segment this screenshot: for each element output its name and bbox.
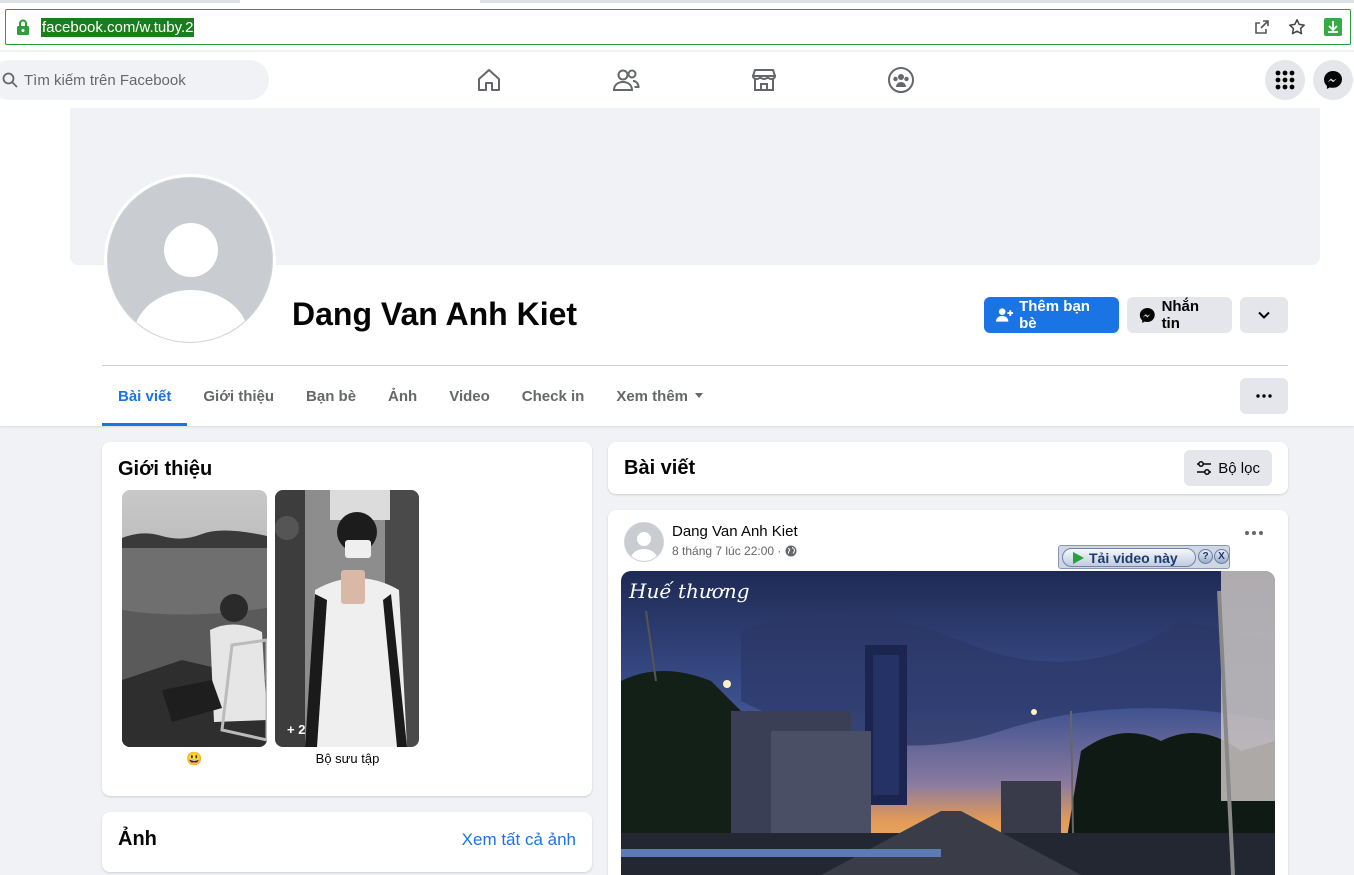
- tab-see-more[interactable]: Xem thêm: [600, 366, 720, 426]
- tab-posts[interactable]: Bài viết: [102, 366, 188, 426]
- tab-friends[interactable]: Bạn bè: [290, 366, 372, 426]
- add-friend-button[interactable]: Thêm bạn bè: [984, 297, 1119, 333]
- tab-video[interactable]: Video: [433, 366, 506, 426]
- tab-label: Xem thêm: [616, 387, 689, 405]
- tab-label: Check in: [521, 387, 585, 405]
- post-author-avatar[interactable]: [624, 522, 664, 562]
- search-input[interactable]: [24, 60, 254, 100]
- play-icon: [1073, 551, 1084, 564]
- post-timestamp[interactable]: 8 tháng 7 lúc 22:00 ·: [672, 544, 781, 558]
- messenger-icon: [1139, 307, 1155, 323]
- profile-avatar[interactable]: [104, 174, 276, 346]
- download-video-button[interactable]: Tải video này: [1062, 548, 1196, 567]
- intro-card: Giới thiệu 😃 + 2 Bộ sưu tập: [102, 442, 592, 796]
- menu-grid-icon: [1275, 70, 1295, 90]
- friends-icon[interactable]: [612, 66, 640, 94]
- search-icon: [2, 72, 18, 88]
- see-all-photos-link[interactable]: Xem tất cả ảnh: [462, 830, 576, 850]
- more-actions-button[interactable]: [1240, 297, 1288, 333]
- video-watermark: Huế thương: [629, 579, 750, 603]
- more-dots-icon: [1256, 394, 1272, 398]
- profile-options-button[interactable]: [1240, 378, 1288, 414]
- add-friend-label: Thêm bạn bè: [1019, 298, 1090, 332]
- tab-label: Bạn bè: [306, 387, 357, 405]
- profile-name: Dang Van Anh Kiet: [292, 296, 578, 332]
- search-box[interactable]: [0, 60, 269, 100]
- filter-label: Bộ lọc: [1218, 459, 1260, 477]
- caret-down-icon: [695, 393, 704, 398]
- marketplace-icon[interactable]: [750, 66, 778, 94]
- video-frame-image: [621, 571, 1275, 875]
- home-icon[interactable]: [475, 66, 503, 94]
- intro-title: Giới thiệu: [118, 458, 213, 480]
- photos-card: Ảnh Xem tất cả ảnh: [102, 812, 592, 872]
- help-icon[interactable]: ?: [1198, 549, 1213, 564]
- tab-label: Ảnh: [388, 387, 418, 405]
- message-button[interactable]: Nhắn tin: [1127, 297, 1232, 333]
- add-friend-icon: [996, 308, 1014, 322]
- post-meta: 8 tháng 7 lúc 22:00 ·: [672, 544, 797, 558]
- browser-chrome: facebook.com/w.tuby.2: [0, 0, 1354, 50]
- featured-collection[interactable]: + 2: [275, 490, 419, 747]
- default-avatar-icon: [133, 223, 249, 342]
- tab-photos[interactable]: Ảnh: [372, 366, 433, 426]
- more-count-overlay: + 2: [287, 722, 306, 737]
- post-author-name[interactable]: Dang Van Anh Kiet: [672, 523, 798, 540]
- featured-photo-image: [122, 490, 267, 747]
- filter-button[interactable]: Bộ lọc: [1184, 450, 1272, 486]
- video-download-bar: Tải video này ? X: [1058, 545, 1230, 569]
- featured-caption-1: 😃: [186, 751, 203, 766]
- address-bar[interactable]: facebook.com/w.tuby.2: [5, 9, 1351, 45]
- message-label: Nhắn tin: [1161, 298, 1200, 332]
- tab-check-in[interactable]: Check in: [506, 366, 601, 426]
- star-icon[interactable]: [1288, 18, 1306, 36]
- post-video[interactable]: Huế thương: [621, 571, 1275, 875]
- tab-strip: [0, 0, 1354, 3]
- profile-tabs: Bài viết Giới thiệu Bạn bè Ảnh Video Che…: [102, 366, 720, 426]
- facebook-top-bar: [0, 52, 1354, 108]
- download-icon[interactable]: [1324, 18, 1342, 36]
- default-avatar-icon: [630, 532, 658, 561]
- messenger-button[interactable]: [1313, 60, 1353, 100]
- featured-photo-image: [275, 490, 419, 747]
- post-more-dots-icon[interactable]: [1244, 530, 1264, 536]
- chevron-down-icon: [1258, 311, 1270, 319]
- download-video-label: Tải video này: [1089, 549, 1178, 566]
- url-text[interactable]: facebook.com/w.tuby.2: [41, 18, 195, 37]
- profile-header: Dang Van Anh Kiet Thêm bạn bè Nhắn tin B…: [0, 108, 1354, 426]
- lock-icon[interactable]: [16, 19, 30, 35]
- globe-icon: [785, 545, 797, 557]
- messenger-icon: [1324, 71, 1342, 89]
- tab-label: Giới thiệu: [203, 387, 275, 405]
- groups-icon[interactable]: [887, 66, 915, 94]
- filter-icon: [1197, 461, 1212, 475]
- posts-title: Bài viết: [624, 457, 696, 479]
- tab-about[interactable]: Giới thiệu: [187, 366, 290, 426]
- featured-photo-1[interactable]: [122, 490, 267, 747]
- menu-button[interactable]: [1265, 60, 1305, 100]
- tab-label: Bài viết: [118, 387, 172, 405]
- share-icon[interactable]: [1253, 18, 1271, 36]
- post-card: Dang Van Anh Kiet 8 tháng 7 lúc 22:00 ·: [608, 510, 1288, 875]
- close-icon[interactable]: X: [1214, 549, 1229, 564]
- posts-header-card: Bài viết Bộ lọc: [608, 442, 1288, 494]
- featured-caption-2: Bộ sưu tập: [315, 751, 380, 766]
- tab-label: Video: [449, 387, 490, 405]
- photos-title: Ảnh: [118, 828, 157, 850]
